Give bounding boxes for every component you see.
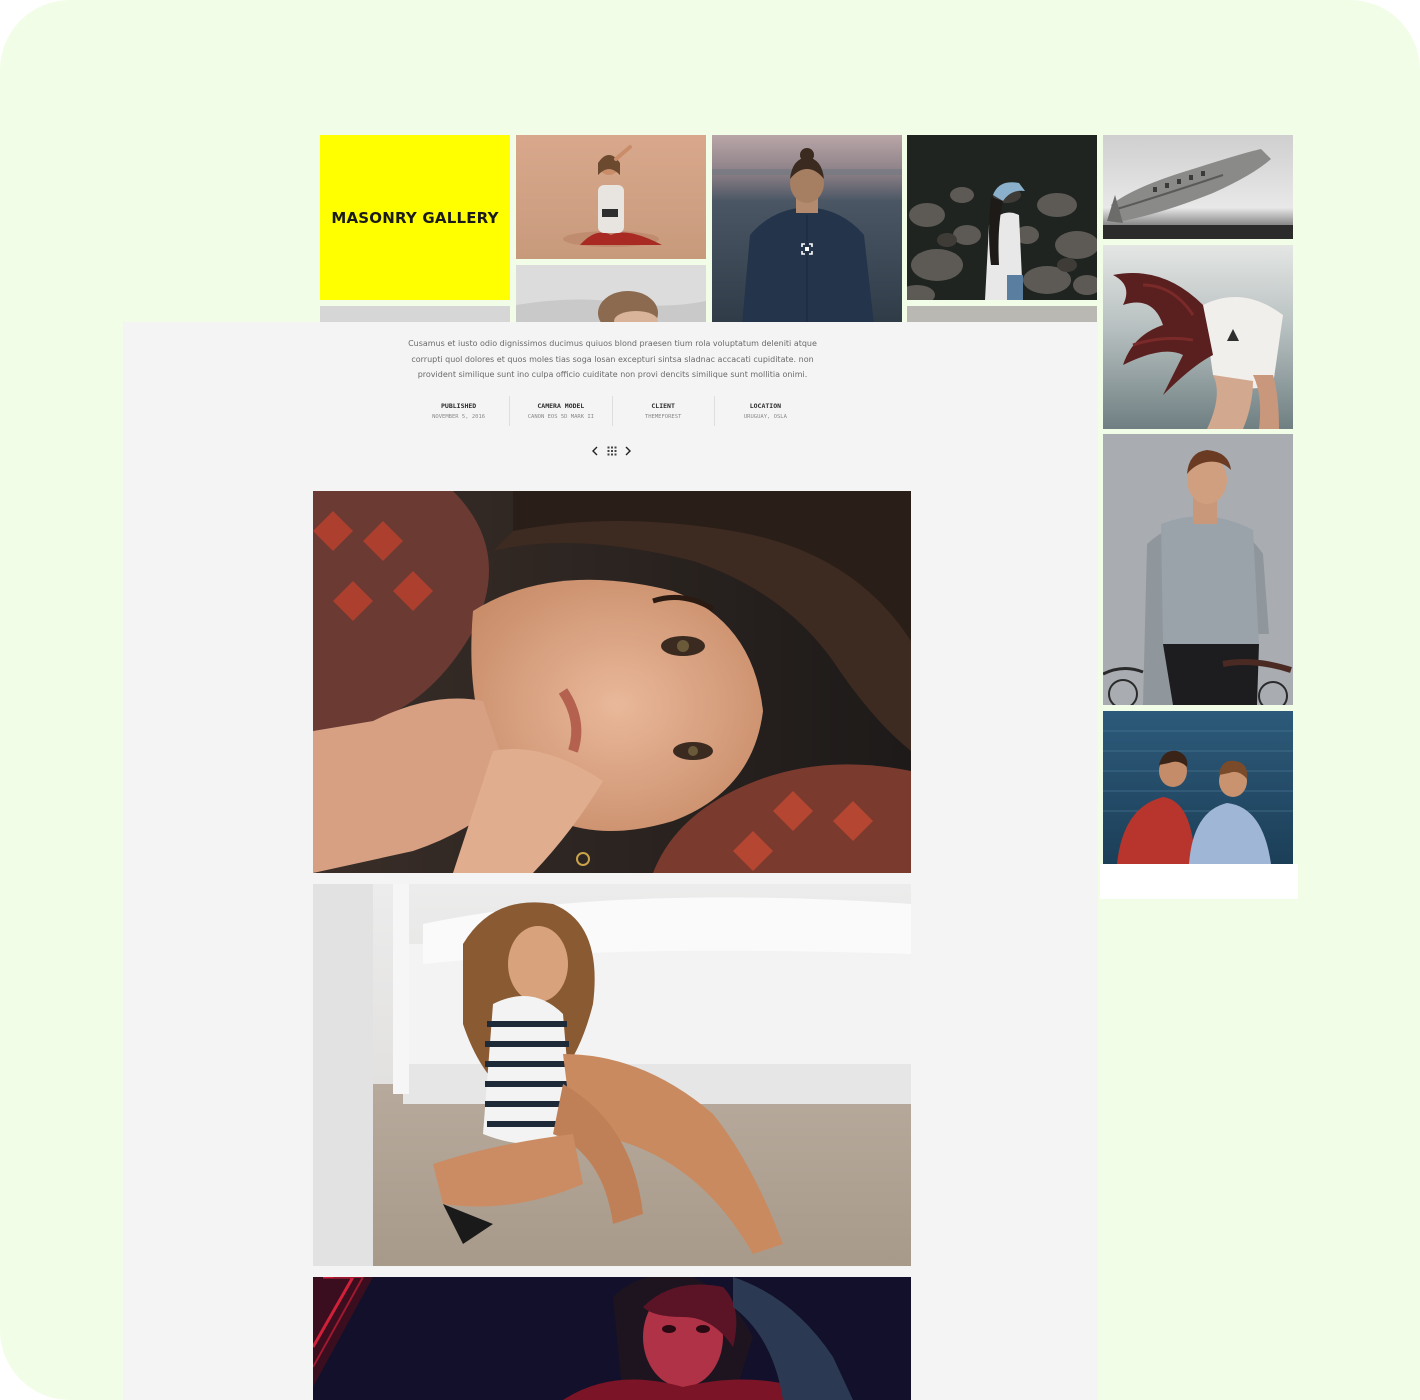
chevron-right-icon: [625, 446, 631, 456]
meta-published: PUBLISHED NOVEMBER 5, 2016: [408, 396, 511, 426]
project-meta: PUBLISHED NOVEMBER 5, 2016 CAMERA MODEL …: [408, 396, 816, 426]
meta-value: NOVEMBER 5, 2016: [432, 414, 486, 420]
grid-icon: [607, 446, 617, 456]
meta-camera-model: CAMERA MODEL CANON EOS 5D MARK II: [510, 396, 613, 426]
expand-icon[interactable]: [801, 243, 813, 255]
prev-project-button[interactable]: [589, 444, 601, 458]
gallery-photo-tile[interactable]: [1103, 135, 1293, 239]
gallery-photo-tile[interactable]: [907, 135, 1097, 300]
meta-client: CLIENT THEMEFOREST: [613, 396, 715, 426]
back-to-grid-button[interactable]: [606, 444, 618, 458]
project-photo: [313, 884, 911, 1266]
project-photo: [313, 491, 911, 873]
meta-value: THEMEFOREST: [644, 414, 682, 420]
gallery-title: MASONRY GALLERY: [331, 208, 499, 227]
gallery-photo-tile[interactable]: [516, 265, 706, 325]
meta-value: CANON EOS 5D MARK II: [527, 414, 594, 420]
meta-label: PUBLISHED: [441, 402, 477, 410]
gallery-photo-tile[interactable]: [712, 135, 902, 325]
gallery-photo-tile[interactable]: [1103, 711, 1293, 864]
meta-label: LOCATION: [749, 402, 782, 410]
project-description: Cusamus et iusto odio dignissimos ducimu…: [408, 339, 817, 379]
meta-value: URUGUAY, OSLA: [743, 414, 787, 420]
project-navigation: [589, 444, 635, 458]
next-project-button[interactable]: [622, 444, 634, 458]
project-photo: [313, 1277, 911, 1400]
gallery-photo-tile[interactable]: [1103, 434, 1293, 705]
gallery-title-tile: MASONRY GALLERY: [320, 135, 510, 300]
meta-label: CLIENT: [651, 402, 675, 410]
meta-label: CAMERA MODEL: [537, 402, 585, 410]
gallery-column-footer: [1100, 864, 1298, 899]
meta-location: LOCATION URUGUAY, OSLA: [715, 396, 816, 426]
page-canvas: MASONRY GALLERY Cusamus et iusto odio di…: [0, 0, 1420, 1400]
chevron-left-icon: [592, 446, 598, 456]
gallery-photo-tile[interactable]: [516, 135, 706, 259]
gallery-photo-tile[interactable]: [1103, 245, 1293, 429]
